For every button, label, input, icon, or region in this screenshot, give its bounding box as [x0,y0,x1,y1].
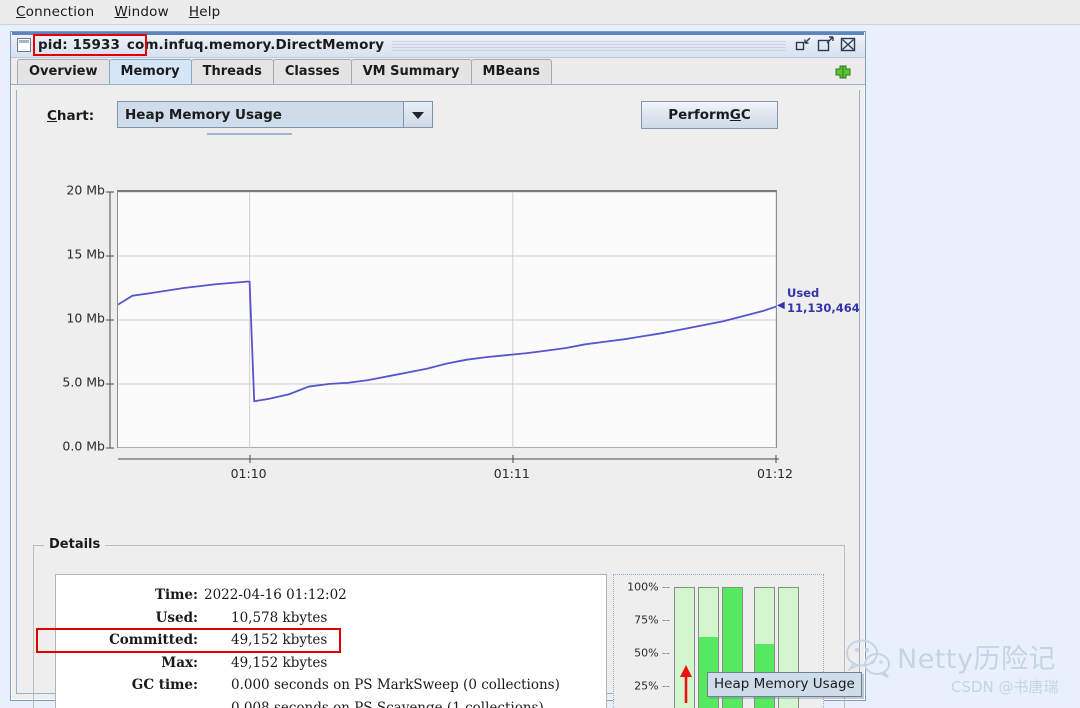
combo-focus-underline [207,133,292,135]
chart-series-svg [117,191,777,449]
maximize-icon[interactable] [817,36,834,53]
chart-y-tick-4: 0.0 Mb [62,438,105,454]
tab-classes[interactable]: Classes [272,59,352,84]
tab-threads[interactable]: Threads [190,59,274,84]
bars-y-axis: 100%75%50%25%0% [618,581,670,708]
window-title: pid: 15933 com.infuq.memory.DirectMemory [38,37,384,53]
tab-overview[interactable]: Overview [17,59,110,84]
heap-memory-usage-tooltip: Heap Memory Usage [707,672,862,697]
detail-value-max: 49,152 kbytes [231,654,328,671]
chart-x-tick-0: 01:10 [230,466,267,481]
bar-y-tick-0: 100% [627,581,670,594]
window-title-bar[interactable]: pid: 15933 com.infuq.memory.DirectMemory [11,32,865,58]
detail-value-committed: 49,152 kbytes [231,632,328,648]
window-icon [17,37,31,52]
jconsole-internal-frame: pid: 15933 com.infuq.memory.DirectMemory [10,31,866,708]
watermark: Netty历险记 CSDN @书唐瑞 [845,632,1080,708]
detail-row-gctime: GC time: 0.000 seconds on PS MarkSweep (… [56,674,606,697]
detail-label-time: Time: [154,587,198,603]
chart-used-annotation: ◀ Used 11,130,464 [777,286,877,316]
watermark-main-text: Netty历险记 [897,644,1056,675]
chart-y-axis: 20 Mb 15 Mb 10 Mb 5.0 Mb 0.0 Mb [31,182,105,454]
perform-gc-button[interactable]: Perform GC [641,101,778,129]
chart-x-axis-line [118,455,779,463]
chart-x-tick-1: 01:11 [493,466,530,481]
detail-label-used: Used: [155,609,198,626]
memory-panel: Chart: Heap Memory Usage Perform GC 20 M… [16,90,861,708]
heap-usage-chart[interactable]: 20 Mb 15 Mb 10 Mb 5.0 Mb 0.0 Mb 01:10 01:11 01… [31,182,861,546]
chart-y-tick-3: 5.0 Mb [62,374,105,390]
chart-toolbar: Chart: Heap Memory Usage Perform GC [17,96,859,136]
detail-value-gctime-2: 0.008 seconds on PS Scavenge (1 collecti… [231,699,544,708]
menu-item-connection[interactable]: Connection [6,2,104,22]
tab-strip: Overview Memory Threads Classes VM Summa… [11,58,865,85]
chart-select[interactable]: Heap Memory Usage [117,101,433,128]
menu-item-help[interactable]: Help [179,2,231,22]
chart-combo-label: Chart: [47,108,95,124]
window-title-main: com.infuq.memory.DirectMemory [126,36,385,53]
red-up-arrow-icon [680,665,692,703]
menu-bar: Connection Window Help [0,0,1080,25]
detail-value-used: 10,578 kbytes [231,609,328,626]
detail-value-gctime-1: 0.000 seconds on PS MarkSweep (0 collect… [231,677,560,693]
annotation-arrow-icon: ◀ [777,300,785,311]
detail-row-time: Time: 2022-04-16 01:12:02 [56,584,606,607]
watermark-sub-text: CSDN @书唐瑞 [951,678,1059,696]
minimize-icon[interactable] [794,36,811,53]
window-title-pid: pid: 15933 [38,36,121,53]
chart-y-tick-0: 20 Mb [66,182,105,198]
chart-y-tick-2: 10 Mb [66,310,105,326]
bar-y-tick-3: 25% [634,680,670,693]
menu-item-window[interactable]: Window [104,2,178,22]
detail-label-max: Max: [161,654,198,671]
bar-y-tick-1: 75% [634,614,670,627]
tab-vm-summary[interactable]: VM Summary [350,59,472,84]
window-controls [794,36,861,53]
chart-x-axis: 01:10 01:11 01:12 [117,466,793,496]
detail-value-time: 2022-04-16 01:12:02 [204,587,347,603]
detail-label-gctime: GC time: [131,677,198,693]
detail-row-used: Used: 10,578 kbytes [56,607,606,630]
details-text-panel: Time: 2022-04-16 01:12:02 Used: 10,578 k… [36,574,607,708]
used-legend-label: Used [787,286,820,300]
detail-label-gctime-2 [56,697,204,708]
detail-row-gctime-2: 0.008 seconds on PS Scavenge (1 collecti… [56,697,606,708]
chart-y-tick-1: 15 Mb [66,246,105,262]
details-group-title: Details [44,537,106,552]
detail-row-committed: Committed: 49,152 kbytes [56,629,606,652]
detail-label-committed: Committed: [109,632,198,648]
close-icon[interactable] [840,36,857,53]
chart-select-value: Heap Memory Usage [125,106,282,123]
chart-x-tick-2: 01:12 [756,466,794,481]
chart-y-axis-line [106,191,114,449]
title-bar-texture [392,38,786,51]
bar-y-tick-2: 50% [634,647,670,660]
tab-mbeans[interactable]: MBeans [470,59,552,84]
chart-plot-area[interactable] [117,190,777,449]
tab-memory[interactable]: Memory [108,59,192,84]
detail-row-max: Max: 49,152 kbytes [56,652,606,675]
connection-status-icon[interactable] [833,64,853,80]
chevron-down-icon[interactable] [403,102,432,127]
used-legend-value: 11,130,464 [787,300,860,315]
